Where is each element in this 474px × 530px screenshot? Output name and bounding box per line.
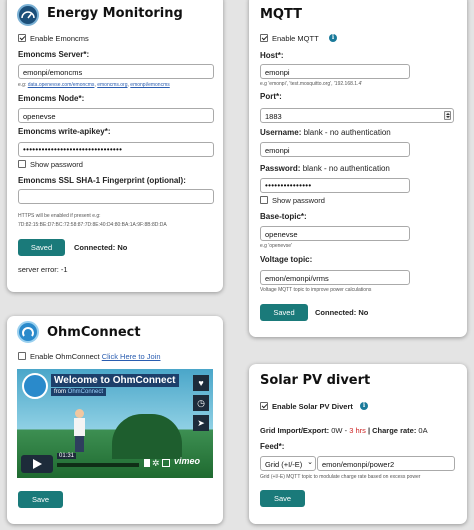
mqtt-host-hint: e.g 'emonpi', 'test.mosquitto.org', '192…	[260, 81, 363, 87]
username-label-text: Username:	[260, 128, 302, 137]
enable-mqtt-checkbox[interactable]	[260, 34, 268, 42]
solar-card: Solar PV divert Enable Solar PV Divert i…	[249, 364, 467, 524]
emoncms-fingerprint-input[interactable]	[18, 189, 214, 204]
enable-ohmconnect-checkbox[interactable]	[18, 352, 26, 360]
mqtt-show-password-label: Show password	[272, 196, 325, 205]
hint-link-emonpi[interactable]: emonpi/emoncms	[130, 82, 169, 88]
mqtt-username-label: Username: blank - no authentication	[260, 128, 391, 137]
mqtt-voltage-topic-hint: Voltage MQTT topic to improve power calc…	[260, 287, 372, 293]
video-person	[72, 409, 86, 454]
enable-emoncms-label: Enable Emoncms	[30, 34, 89, 43]
mqtt-host-input[interactable]: emonpi	[260, 64, 410, 79]
feed-select-value: Grid (+I/-E)	[265, 460, 303, 469]
emoncms-server-label: Emoncms Server*:	[18, 50, 90, 59]
emoncms-apikey-input[interactable]: ••••••••••••••••••••••••••••••••	[18, 142, 214, 157]
enable-solar-checkbox[interactable]	[260, 402, 268, 410]
feed-label: Feed*:	[260, 442, 285, 451]
feed-select-chevron-icon: ⌄	[307, 459, 313, 466]
grid-value: 0W	[331, 426, 343, 435]
fingerprint-example: 7D:82:15:BE:D7:BC:72:58:87:7D:8E:40:D4:8…	[18, 222, 167, 228]
mqtt-host-label: Host*:	[260, 51, 284, 60]
mqtt-port-value: 1883	[265, 112, 282, 121]
enable-ohmconnect-row: Enable OhmConnect Click Here to Join	[30, 352, 161, 361]
emoncms-server-error: server error: -1	[18, 265, 68, 274]
video-from-label: from	[54, 389, 66, 395]
video-fullscreen-icon[interactable]	[162, 459, 170, 467]
solar-title: Solar PV divert	[260, 373, 371, 388]
ohmconnect-card: OhmConnect Enable OhmConnect Click Here …	[7, 316, 223, 524]
emoncms-node-label: Emoncms Node*:	[18, 94, 85, 103]
feed-select[interactable]: Grid (+I/-E) ⌄	[260, 456, 316, 471]
mqtt-port-label: Port*:	[260, 92, 282, 101]
mqtt-voltage-topic-input[interactable]: emon/emonpi/vrms	[260, 270, 410, 285]
enable-emoncms-checkbox[interactable]	[18, 34, 26, 42]
charge-value: 0A	[418, 426, 428, 435]
enable-ohmconnect-label: Enable OhmConnect	[30, 352, 100, 361]
video-progress-bar[interactable]	[57, 463, 139, 467]
mqtt-card: MQTT Enable MQTT i Host*: emonpi e.g 'em…	[249, 0, 467, 337]
video-volume-icon[interactable]	[144, 459, 150, 467]
grid-time: 3 hrs	[349, 426, 366, 435]
hint-link-openevse[interactable]: data.openevse.com/emoncms	[28, 82, 95, 88]
hint-link-emoncms-org[interactable]: emoncms.org	[97, 82, 127, 88]
grid-status-line: Grid Import/Export: 0W - 3 hrs | Charge …	[260, 426, 428, 435]
mqtt-port-input[interactable]: 1883	[260, 108, 454, 123]
username-note: blank - no authentication	[301, 128, 391, 137]
mqtt-save-button[interactable]: Saved	[260, 304, 308, 321]
mqtt-password-label: Password: blank - no authentication	[260, 164, 390, 173]
mqtt-voltage-topic-label: Voltage topic:	[260, 255, 313, 264]
video-brand[interactable]: vimeo	[174, 456, 200, 466]
ohmconnect-video[interactable]: Welcome to OhmConnect from OhmConnect ♥ …	[17, 369, 213, 478]
video-logo-icon	[22, 373, 48, 399]
password-note: blank - no authentication	[300, 164, 390, 173]
mqtt-password-input[interactable]: •••••••••••••••	[260, 178, 410, 193]
video-later-icon[interactable]: ◷	[193, 395, 209, 411]
emoncms-node-input[interactable]: openevse	[18, 108, 214, 123]
emoncms-show-password-checkbox[interactable]	[18, 160, 26, 168]
mqtt-base-topic-label: Base-topic*:	[260, 212, 307, 221]
charge-label: | Charge rate:	[365, 426, 417, 435]
video-share-icon[interactable]: ➤	[193, 415, 209, 431]
port-spinner-icon[interactable]	[444, 111, 451, 120]
video-trees	[112, 414, 182, 459]
mqtt-show-password-checkbox[interactable]	[260, 196, 268, 204]
emoncms-connected-status: Connected: No	[74, 243, 128, 252]
feed-topic-input[interactable]: emon/emonpi/power2	[317, 456, 455, 471]
feed-hint: Grid (+I/-E) MQTT topic to modulate char…	[260, 474, 421, 480]
mqtt-info-icon[interactable]: i	[329, 34, 337, 42]
solar-save-button[interactable]: Save	[260, 490, 305, 507]
video-settings-icon[interactable]: ✲	[152, 458, 160, 468]
mqtt-base-topic-hint: e.g 'openevse'	[260, 243, 292, 249]
emoncms-server-hint: e.g: data.openevse.com/emoncms, emoncms.…	[18, 82, 170, 88]
ohmconnect-title: OhmConnect	[47, 325, 141, 340]
video-like-icon[interactable]: ♥	[193, 375, 209, 391]
emoncms-apikey-label: Emoncms write-apikey*:	[18, 127, 111, 136]
grid-label: Grid Import/Export:	[260, 426, 330, 435]
emoncms-server-input[interactable]: emonpi/emoncms	[18, 64, 214, 79]
mqtt-connected-status: Connected: No	[315, 308, 369, 317]
emoncms-title: Energy Monitoring	[47, 6, 183, 21]
solar-info-icon[interactable]: i	[360, 402, 368, 410]
password-label-text: Password:	[260, 164, 301, 173]
mqtt-title: MQTT	[260, 7, 303, 22]
video-channel[interactable]: OhmConnect	[68, 389, 103, 395]
enable-mqtt-label: Enable MQTT	[272, 34, 319, 43]
video-title: Welcome to OhmConnect	[51, 374, 179, 387]
emoncms-logo-icon	[17, 4, 39, 26]
hint-prefix: e.g:	[18, 82, 27, 88]
mqtt-username-input[interactable]: emonpi	[260, 142, 410, 157]
join-link[interactable]: Click Here to Join	[102, 352, 161, 361]
video-play-button[interactable]	[21, 455, 53, 473]
emoncms-card: Energy Monitoring Enable Emoncms Emoncms…	[7, 0, 223, 292]
ohmconnect-logo-icon	[17, 321, 39, 343]
mqtt-base-topic-input[interactable]: openevse	[260, 226, 410, 241]
emoncms-save-button[interactable]: Saved	[18, 239, 65, 256]
video-time: 01:31	[57, 453, 77, 459]
https-hint: HTTPS will be enabled if present e.g:	[18, 213, 101, 219]
emoncms-show-password-label: Show password	[30, 160, 83, 169]
enable-solar-label: Enable Solar PV Divert	[272, 402, 353, 411]
video-from: from OhmConnect	[51, 388, 107, 396]
emoncms-fingerprint-label: Emoncms SSL SHA-1 Fingerprint (optional)…	[18, 176, 186, 185]
ohmconnect-save-button[interactable]: Save	[18, 491, 63, 508]
